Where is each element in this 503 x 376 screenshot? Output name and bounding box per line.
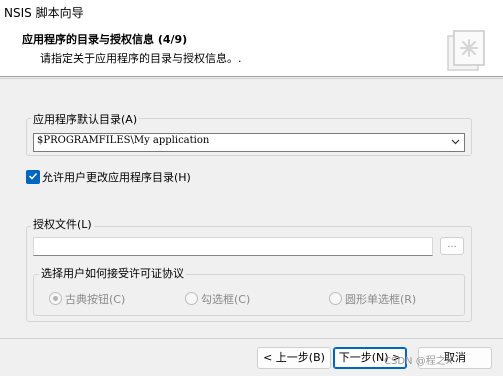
- header-separator: [0, 78, 503, 79]
- radio-classic-button-label[interactable]: 古典按钮(C): [65, 291, 125, 307]
- page-title: 应用程序的目录与授权信息 (4/9): [22, 33, 188, 46]
- browse-button[interactable]: ...: [440, 237, 464, 255]
- window-title: NSIS 脚本向导: [4, 6, 84, 20]
- allow-change-dir-checkbox[interactable]: [26, 170, 40, 184]
- footer-separator: [0, 338, 503, 339]
- accept-method-label: 选择用户如何接受许可证协议: [39, 265, 186, 281]
- wizard-header: 应用程序的目录与授权信息 (4/9) 请指定关于应用程序的目录与授权信息。.: [0, 24, 503, 77]
- allow-change-dir-label[interactable]: 允许用户更改应用程序目录(H): [42, 169, 191, 185]
- install-dir-value[interactable]: $PROGRAMFILES\My application: [37, 135, 209, 146]
- watermark: CSDN @程之X: [384, 356, 453, 367]
- radio-classic-button[interactable]: [49, 292, 62, 305]
- radio-checkbox-label[interactable]: 勾选框(C): [201, 291, 250, 307]
- license-file-input[interactable]: [33, 237, 433, 256]
- back-button[interactable]: < 上一步(B): [257, 347, 331, 369]
- page-subtitle: 请指定关于应用程序的目录与授权信息。.: [40, 52, 242, 65]
- radio-checkbox[interactable]: [185, 292, 198, 305]
- chevron-down-icon[interactable]: [451, 137, 460, 146]
- install-dir-combobox[interactable]: $PROGRAMFILES\My application: [33, 133, 465, 152]
- radio-round-option[interactable]: [329, 292, 342, 305]
- checkmark-icon: [28, 172, 38, 180]
- wizard-logo-icon: [447, 30, 485, 71]
- title-bar: NSIS 脚本向导: [0, 0, 503, 25]
- radio-round-option-label[interactable]: 圆形单选框(R): [345, 291, 416, 307]
- install-dir-group-label: 应用程序默认目录(A): [31, 111, 140, 127]
- license-group-label: 授权文件(L): [31, 216, 94, 232]
